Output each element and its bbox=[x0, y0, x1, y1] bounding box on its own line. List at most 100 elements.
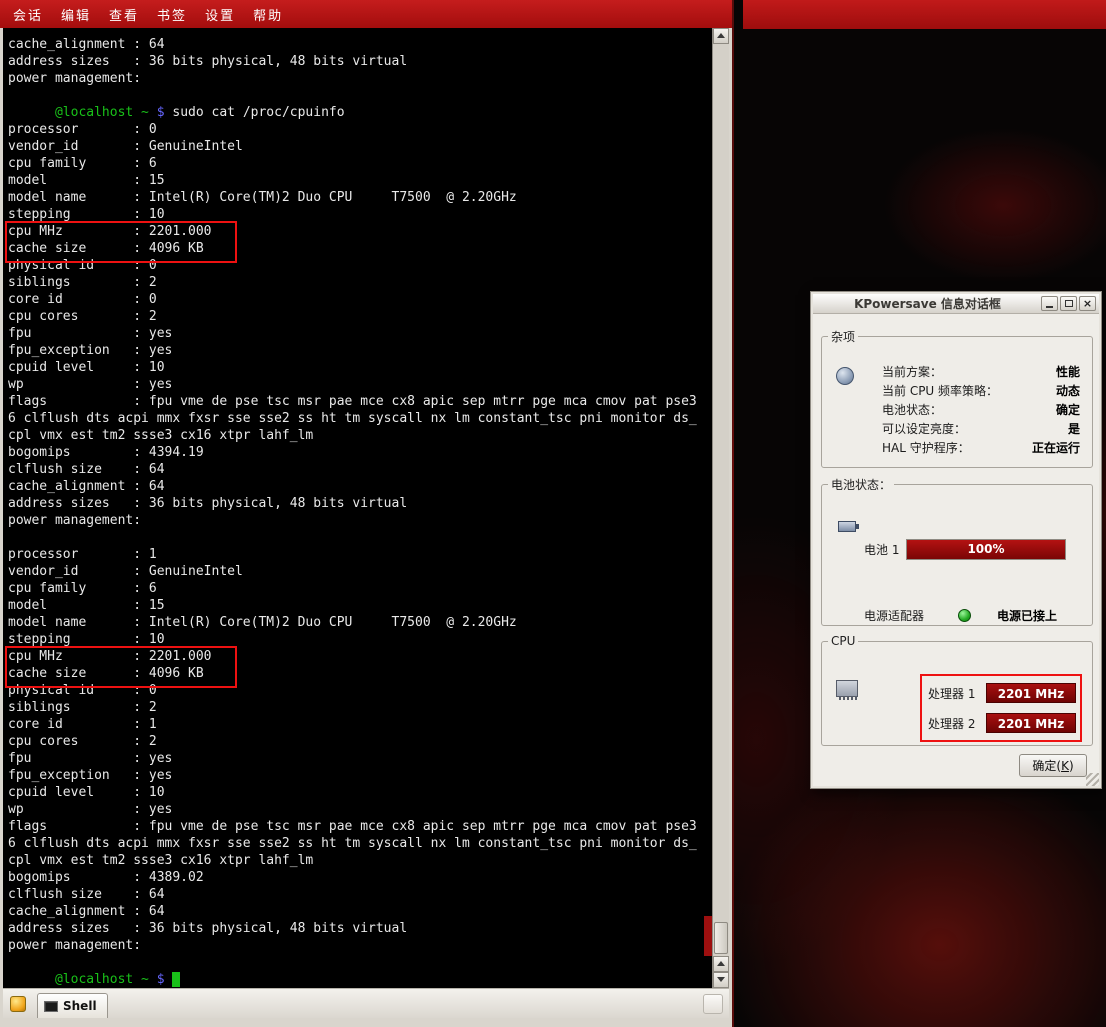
ok-button-text: ) bbox=[1069, 759, 1074, 773]
battery-progress-fill: 100% bbox=[907, 540, 1065, 559]
terminal-line: siblings : 2 bbox=[8, 274, 712, 291]
terminal-line: model name : Intel(R) Core(TM)2 Duo CPU … bbox=[8, 189, 712, 206]
misc-row: 电池状态： 确定 bbox=[882, 401, 1080, 420]
terminal-content: cache_alignment : 64address sizes : 36 b… bbox=[3, 28, 729, 988]
terminal-line: core id : 0 bbox=[8, 291, 712, 308]
session-list-button[interactable] bbox=[703, 994, 723, 1014]
scroll-down-button[interactable] bbox=[713, 972, 729, 988]
adapter-label: 电源适配器 bbox=[864, 607, 924, 624]
brightness-label: 可以设定亮度： bbox=[882, 420, 966, 439]
scheme-label: 当前方案： bbox=[882, 363, 942, 382]
tab-bar: Shell bbox=[3, 988, 729, 1018]
maximize-button[interactable] bbox=[1060, 296, 1077, 311]
terminal-cursor bbox=[172, 972, 180, 987]
terminal-line bbox=[8, 954, 712, 971]
menu-settings[interactable]: 设置 bbox=[196, 5, 244, 24]
terminal-line: vendor_id : GenuineIntel bbox=[8, 563, 712, 580]
adapter-row: 电源适配器 电源已接上 bbox=[864, 607, 1082, 624]
misc-row: 当前 CPU 频率策略： 动态 bbox=[882, 382, 1080, 401]
terminal-line: fpu_exception : yes bbox=[8, 342, 712, 359]
close-icon: × bbox=[1083, 298, 1092, 309]
dialog-titlebar[interactable]: KPowersave 信息对话框 × bbox=[813, 294, 1099, 314]
terminal-line: 6 clflush dts acpi mmx fxsr sse sse2 ss … bbox=[8, 835, 712, 852]
terminal-line: cpu MHz : 2201.000 bbox=[8, 648, 712, 665]
brightness-value: 是 bbox=[1068, 420, 1080, 439]
misc-rows: 当前方案： 性能 当前 CPU 频率策略： 动态 电池状态： 确定 可以设定亮度… bbox=[882, 363, 1080, 458]
terminal-line bbox=[8, 529, 712, 546]
minimize-icon bbox=[1046, 306, 1053, 308]
terminal-line: clflush size : 64 bbox=[8, 886, 712, 903]
battery-row: 电池 1 100% bbox=[864, 539, 1078, 560]
battery-group-title: 电池状态： bbox=[828, 476, 894, 493]
terminal-line: cpl vmx est tm2 ssse3 cx16 xtpr lahf_lm bbox=[8, 427, 712, 444]
shell-terminal-icon bbox=[44, 1001, 58, 1012]
scroll-up-button-2[interactable] bbox=[713, 956, 729, 972]
terminal-line: cache_alignment : 64 bbox=[8, 478, 712, 495]
scrollbar-thumb[interactable] bbox=[714, 922, 728, 954]
terminal-line: cache size : 4096 KB bbox=[8, 240, 712, 257]
battery-progress-bar: 100% bbox=[906, 539, 1066, 560]
terminal-line: address sizes : 36 bits physical, 48 bit… bbox=[8, 920, 712, 937]
terminal-line: cpu cores : 2 bbox=[8, 733, 712, 750]
terminal-line: fpu : yes bbox=[8, 325, 712, 342]
terminal-line: stepping : 10 bbox=[8, 631, 712, 648]
terminal-line: bogomips : 4389.02 bbox=[8, 869, 712, 886]
terminal-line: power management: bbox=[8, 70, 712, 87]
terminal-line: vendor_id : GenuineIntel bbox=[8, 138, 712, 155]
misc-row: 可以设定亮度： 是 bbox=[882, 420, 1080, 439]
terminal-line: model : 15 bbox=[8, 172, 712, 189]
new-session-button[interactable] bbox=[5, 991, 31, 1017]
hal-daemon-label: HAL 守护程序： bbox=[882, 439, 970, 458]
terminal-line: processor : 0 bbox=[8, 121, 712, 138]
menu-session[interactable]: 会话 bbox=[4, 5, 52, 24]
terminal-line: model name : Intel(R) Core(TM)2 Duo CPU … bbox=[8, 614, 712, 631]
hal-daemon-value: 正在运行 bbox=[1032, 439, 1080, 458]
terminal-window: 会话 编辑 查看 书签 设置 帮助 cache_alignment : 64ad… bbox=[0, 0, 732, 1027]
terminal-line: processor : 1 bbox=[8, 546, 712, 563]
terminal-scrollbar[interactable] bbox=[712, 28, 729, 988]
terminal-lines[interactable]: cache_alignment : 64address sizes : 36 b… bbox=[3, 28, 712, 988]
cpu-policy-label: 当前 CPU 频率策略： bbox=[882, 382, 998, 401]
terminal-line: cpl vmx est tm2 ssse3 cx16 xtpr lahf_lm bbox=[8, 852, 712, 869]
maximize-icon bbox=[1065, 300, 1073, 307]
terminal-line: flags : fpu vme de pse tsc msr pae mce c… bbox=[8, 818, 712, 835]
menu-help[interactable]: 帮助 bbox=[244, 5, 292, 24]
kpowersave-dialog: KPowersave 信息对话框 × 杂项 当前方案： 性能 当前 CPU 频率… bbox=[810, 291, 1102, 789]
processor-row: 处理器 2 2201 MHz bbox=[928, 710, 1084, 736]
tab-shell[interactable]: Shell bbox=[37, 993, 108, 1018]
cpu-group-title: CPU bbox=[828, 634, 858, 648]
terminal-line: cache_alignment : 64 bbox=[8, 36, 712, 53]
menu-edit[interactable]: 编辑 bbox=[52, 5, 100, 24]
menu-view[interactable]: 查看 bbox=[100, 5, 148, 24]
battery-icon bbox=[838, 521, 856, 532]
adapter-status: 电源已接上 bbox=[997, 607, 1057, 624]
cpu-rows: 处理器 1 2201 MHz 处理器 2 2201 MHz bbox=[928, 680, 1084, 740]
arrow-up-icon bbox=[717, 33, 725, 38]
battery-state-label: 电池状态： bbox=[882, 401, 942, 420]
terminal-line: cpu family : 6 bbox=[8, 580, 712, 597]
minimize-button[interactable] bbox=[1041, 296, 1058, 311]
terminal-line: cache size : 4096 KB bbox=[8, 665, 712, 682]
terminal-line: cache_alignment : 64 bbox=[8, 903, 712, 920]
battery-state-value: 确定 bbox=[1056, 401, 1080, 420]
close-button[interactable]: × bbox=[1079, 296, 1096, 311]
terminal-line: core id : 1 bbox=[8, 716, 712, 733]
terminal-line: clflush size : 64 bbox=[8, 461, 712, 478]
terminal-line: cpu cores : 2 bbox=[8, 308, 712, 325]
terminal-line: @localhost ~ $ sudo cat /proc/cpuinfo bbox=[8, 104, 712, 121]
tab-label: Shell bbox=[63, 999, 97, 1013]
terminal-line: power management: bbox=[8, 937, 712, 954]
scroll-up-button[interactable] bbox=[713, 28, 729, 44]
resize-grip[interactable] bbox=[1086, 773, 1099, 786]
scheme-value: 性能 bbox=[1056, 363, 1080, 382]
terminal-line: cpuid level : 10 bbox=[8, 784, 712, 801]
processor-1-label: 处理器 1 bbox=[928, 685, 980, 702]
terminal-line: bogomips : 4394.19 bbox=[8, 444, 712, 461]
background-red-bar bbox=[743, 0, 1106, 29]
menu-bookmarks[interactable]: 书签 bbox=[148, 5, 196, 24]
new-session-icon bbox=[10, 996, 26, 1012]
terminal-line: cpuid level : 10 bbox=[8, 359, 712, 376]
ok-button[interactable]: 确定(K) bbox=[1019, 754, 1087, 777]
misc-group-title: 杂项 bbox=[828, 328, 858, 345]
processor-2-label: 处理器 2 bbox=[928, 715, 980, 732]
